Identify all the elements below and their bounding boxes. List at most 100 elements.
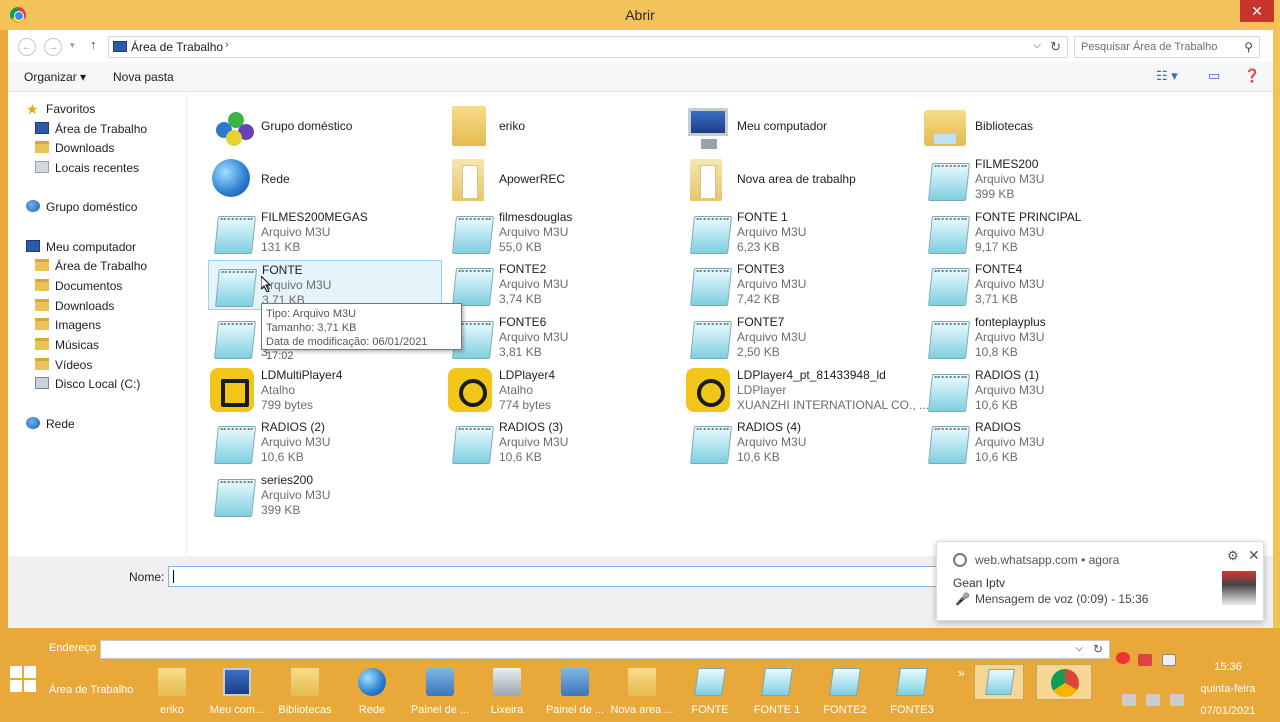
file-item[interactable]: eriko <box>446 102 680 152</box>
file-item[interactable]: LDMultiPlayer4 Atalho 799 bytes <box>208 366 442 416</box>
sidebar-item-desktop[interactable]: Área de Trabalho <box>35 122 147 140</box>
sidebar-favorites[interactable]: ★ Favoritos <box>26 102 95 120</box>
flag-icon[interactable] <box>1162 654 1176 666</box>
clock[interactable]: 15:36 quinta-feira 07/01/2021 <box>1190 656 1266 722</box>
notepad-icon <box>214 321 256 359</box>
taskbar-chrome-app[interactable] <box>1036 664 1092 700</box>
file-item[interactable]: FONTE3 Arquivo M3U 7,42 KB <box>684 260 918 310</box>
file-item[interactable]: RADIOS (3) Arquivo M3U 10,6 KB <box>446 418 680 468</box>
file-item[interactable]: RADIOS (1) Arquivo M3U 10,6 KB <box>922 366 1156 416</box>
file-item[interactable]: fonteplayplus Arquivo M3U 10,8 KB <box>922 313 1156 363</box>
sidebar-item-pictures[interactable]: Imagens <box>35 318 101 336</box>
taskbar-shortcut[interactable]: FONTE2 <box>813 666 877 718</box>
help-icon[interactable]: ❓ <box>1244 68 1260 84</box>
recent-locations-chevron-icon[interactable]: ▾ <box>70 40 75 51</box>
taskbar-notepad-app[interactable] <box>974 664 1024 700</box>
refresh-icon[interactable]: ↻ <box>1050 39 1061 55</box>
file-item[interactable]: filmesdouglas Arquivo M3U 55,0 KB <box>446 208 680 258</box>
taskbar-shortcut[interactable]: Bibliotecas <box>273 666 337 718</box>
organize-button[interactable]: Organizar ▾ <box>24 70 86 84</box>
sidebar-item-music[interactable]: Músicas <box>35 338 99 356</box>
taskbar-shortcut[interactable]: Lixeira <box>475 666 539 718</box>
sidebar-item-downloads-2[interactable]: Downloads <box>35 299 114 317</box>
file-size: 3,74 KB <box>499 292 542 306</box>
sidebar-item-local-disk[interactable]: Disco Local (C:) <box>35 377 140 395</box>
windows-start-icon[interactable] <box>10 666 36 692</box>
search-icon[interactable]: ⚲ <box>1244 40 1253 54</box>
taskbar-shortcut[interactable]: FONTE3 <box>880 666 944 718</box>
file-item[interactable]: Nova area de trabalhp <box>684 155 918 205</box>
view-options-icon[interactable]: ☷ ▾ <box>1156 68 1178 84</box>
file-item[interactable]: FONTE7 Arquivo M3U 2,50 KB <box>684 313 918 363</box>
sidebar-item-desktop-2[interactable]: Área de Trabalho <box>35 259 147 277</box>
sidebar-item-videos[interactable]: Vídeos <box>35 358 92 376</box>
sidebar-homegroup[interactable]: Grupo doméstico <box>26 200 137 218</box>
taskbar-shortcut[interactable]: Nova area ... <box>610 666 674 718</box>
taskbar-shortcut[interactable]: Meu com... <box>205 666 269 718</box>
file-item[interactable]: Bibliotecas <box>922 102 1156 152</box>
sidebar-network[interactable]: Rede <box>26 417 75 435</box>
recycle-bin-icon <box>493 668 521 696</box>
file-item[interactable]: FONTE2 Arquivo M3U 3,74 KB <box>446 260 680 310</box>
taskbar-shortcut[interactable]: Rede <box>340 666 404 718</box>
preview-pane-icon[interactable]: ▭ <box>1208 68 1220 84</box>
taskbar-shortcut[interactable]: FONTE <box>678 666 742 718</box>
close-icon[interactable]: ✕ <box>1248 547 1260 564</box>
file-item[interactable]: Meu computador <box>684 102 918 152</box>
sidebar-item-recent[interactable]: Locais recentes <box>35 161 139 179</box>
file-size: 399 KB <box>975 187 1015 201</box>
taskbar-shortcut[interactable]: eriko <box>140 666 204 718</box>
address-field[interactable]: Área de Trabalho › ⌵ ↻ <box>108 36 1068 58</box>
breadcrumb-chevron-icon[interactable]: › <box>225 39 229 51</box>
address-toolbar-input[interactable]: ⌵ ↻ <box>100 640 1110 659</box>
back-button[interactable]: ← <box>18 38 36 56</box>
taskbar-shortcut[interactable]: Painel de ... <box>543 666 607 718</box>
file-item[interactable]: FILMES200MEGAS Arquivo M3U 131 KB <box>208 208 442 258</box>
file-item[interactable]: FONTE6 Arquivo M3U 3,81 KB <box>446 313 680 363</box>
more-chevron-icon[interactable]: » <box>958 666 965 680</box>
up-arrow-icon[interactable]: ↑ <box>90 37 97 52</box>
file-name-input[interactable] <box>168 566 968 587</box>
breadcrumb-desktop[interactable]: Área de Trabalho <box>131 40 223 54</box>
file-item[interactable]: RADIOS (2) Arquivo M3U 10,6 KB <box>208 418 442 468</box>
file-item[interactable]: RADIOS (4) Arquivo M3U 10,6 KB <box>684 418 918 468</box>
pane-divider[interactable] <box>186 92 187 556</box>
file-item[interactable]: Rede <box>208 155 442 205</box>
tray-app-icon[interactable] <box>1138 654 1152 666</box>
search-input[interactable]: Pesquisar Área de Trabalho ⚲ <box>1074 36 1260 58</box>
file-item[interactable]: LDPlayer4 Atalho 774 bytes <box>446 366 680 416</box>
file-item[interactable]: FONTE 1 Arquivo M3U 6,23 KB <box>684 208 918 258</box>
file-name: eriko <box>499 119 526 133</box>
gear-icon[interactable]: ⚙ <box>1227 548 1239 564</box>
file-item[interactable]: FONTE4 Arquivo M3U 3,71 KB <box>922 260 1156 310</box>
taskbar-shortcut[interactable]: Painel de ... <box>408 666 472 718</box>
command-toolbar: Organizar ▾ Nova pasta ☷ ▾ ▭ ❓ <box>8 62 1273 92</box>
file-name: series200 <box>261 473 314 487</box>
forward-button[interactable]: → <box>44 38 62 56</box>
file-item[interactable]: Grupo doméstico <box>208 102 442 152</box>
file-item[interactable]: LDPlayer4_pt_81433948_ld LDPlayer XUANZHI … <box>684 366 929 416</box>
sidebar-item-downloads[interactable]: Downloads <box>35 141 114 159</box>
notepad-icon <box>896 668 928 696</box>
drive-icon <box>35 377 49 389</box>
record-icon[interactable] <box>1116 652 1130 664</box>
address-dropdown-icon[interactable]: ⌵ <box>1033 40 1041 51</box>
sidebar-computer[interactable]: Meu computador <box>26 240 136 258</box>
close-button[interactable]: ✕ <box>1240 0 1274 22</box>
network-tray-icon[interactable] <box>1146 694 1160 706</box>
address-dropdown-icon[interactable]: ⌵ <box>1075 643 1083 654</box>
file-item[interactable]: RADIOS Arquivo M3U 10,6 KB <box>922 418 1156 468</box>
file-item[interactable]: series200 Arquivo M3U 399 KB <box>208 471 442 521</box>
notification-toast[interactable]: web.whatsapp.com • agora ⚙ ✕ Gean Iptv 🎤… <box>936 541 1264 621</box>
taskbar-shortcut[interactable]: FONTE 1 <box>745 666 809 718</box>
file-item[interactable]: ApowerREC <box>446 155 680 205</box>
new-folder-button[interactable]: Nova pasta <box>113 70 174 84</box>
file-item[interactable]: FONTE PRINCIPAL Arquivo M3U 9,17 KB <box>922 208 1156 258</box>
sidebar-item-documents[interactable]: Documentos <box>35 279 122 297</box>
volume-icon[interactable] <box>1170 694 1184 706</box>
file-item[interactable]: FILMES200 Arquivo M3U 399 KB <box>922 155 1156 205</box>
refresh-icon[interactable]: ↻ <box>1093 642 1103 656</box>
file-size: 3,71 KB <box>975 292 1018 306</box>
battery-icon[interactable] <box>1122 694 1136 706</box>
desktop-toolbar-label[interactable]: Área de Trabalho <box>49 684 133 696</box>
